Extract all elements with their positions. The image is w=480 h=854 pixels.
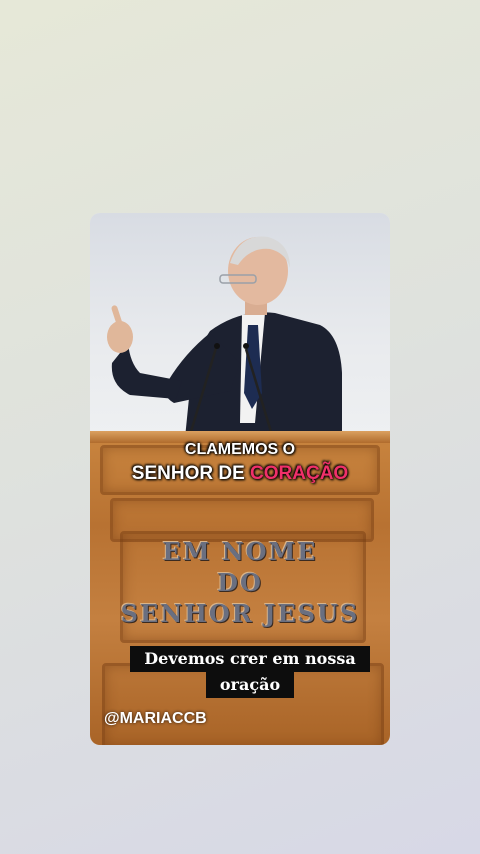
preacher-figure — [107, 236, 342, 438]
caption-highlight-word: CORAÇÃO — [250, 463, 349, 484]
pulpit-text-line2: DO — [217, 568, 263, 597]
pulpit-text-line3: SENHOR JESUS — [120, 599, 360, 628]
caption-line-1: CLAMEMOS O — [184, 441, 296, 458]
caption-line-2-text: SENHOR DE — [131, 463, 251, 484]
subtitle-line-2: oração — [205, 672, 295, 698]
pulpit-text-line1: EM NOME — [162, 537, 318, 566]
subtitle-line-1: Devemos crer em nossa — [130, 646, 370, 672]
caption-line-2: SENHOR DE CORAÇÃO — [90, 463, 390, 485]
subtitle: Devemos crer em nossa oração — [128, 646, 372, 698]
account-watermark: @MARIACCB — [104, 710, 207, 727]
video-card[interactable]: EM NOME DO SENHOR JESUS CLAMEMOS O SENHO… — [90, 213, 390, 745]
